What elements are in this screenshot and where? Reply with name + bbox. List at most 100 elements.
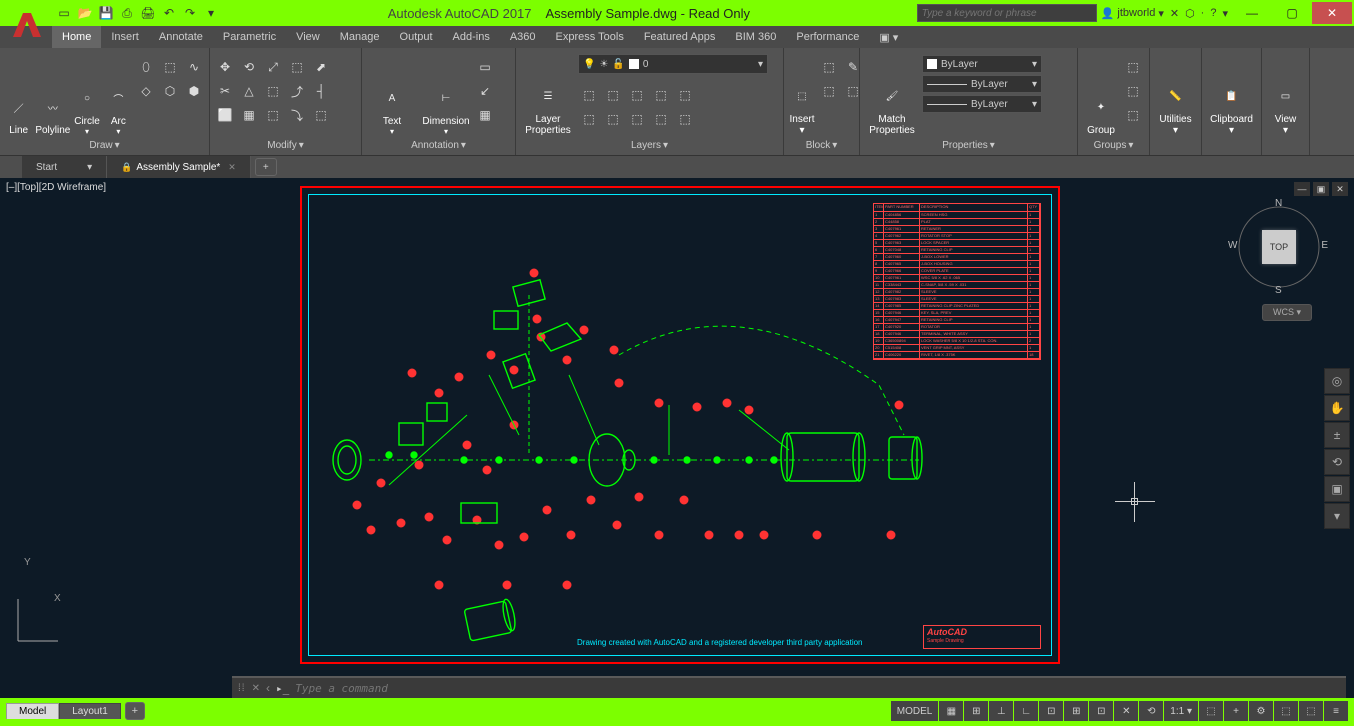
utilities-button[interactable]: 📏Utilities▾	[1154, 50, 1197, 136]
group-button[interactable]: ✦ Group	[1082, 50, 1120, 136]
draw-tool-button[interactable]: ⬚	[159, 56, 181, 78]
layer-tool-button[interactable]: ⬚	[602, 84, 624, 106]
status-toggle-button[interactable]: ⊡	[1039, 701, 1063, 721]
annotation-tool-button[interactable]: ▭	[474, 56, 496, 78]
ribbon-tab-insert[interactable]: Insert	[101, 26, 149, 48]
status-scale[interactable]: 1:1 ▾	[1164, 701, 1198, 721]
search-input[interactable]	[917, 4, 1097, 22]
nav-expand-icon[interactable]: ▾	[1324, 503, 1350, 529]
qat-open-icon[interactable]: 📂	[75, 3, 95, 23]
command-line[interactable]: ⁞⁞ ✕ ‹ ▸_	[232, 676, 1346, 698]
add-layout-button[interactable]: +	[125, 702, 145, 720]
qat-saveas-icon[interactable]: ⎙	[117, 3, 137, 23]
file-tab-start[interactable]: Start▾	[22, 156, 107, 178]
modify-tool-button[interactable]: ⬚	[310, 104, 332, 126]
modify-tool-button[interactable]: ✥	[214, 56, 236, 78]
group-tool-button[interactable]: ⬚	[1122, 80, 1144, 102]
polyline-button[interactable]: 〰Polyline	[35, 50, 70, 136]
layer-tool-button[interactable]: ⬚	[650, 108, 672, 130]
status-toggle-button[interactable]: ⚙	[1249, 701, 1273, 721]
panel-block-label[interactable]: Block ▾	[788, 137, 855, 153]
minimize-button[interactable]: —	[1232, 2, 1272, 24]
line-button[interactable]: ／Line	[4, 50, 33, 136]
qat-plot-icon[interactable]: 🖨	[138, 3, 158, 23]
nav-orbit-icon[interactable]: ⟲	[1324, 449, 1350, 475]
status-toggle-button[interactable]: ⬚	[1299, 701, 1323, 721]
vp-restore-icon[interactable]: ▣	[1313, 182, 1329, 196]
clipboard-button[interactable]: 📋Clipboard▾	[1206, 50, 1257, 136]
panel-annotation-label[interactable]: Annotation ▾	[366, 137, 511, 153]
model-tab[interactable]: Model	[6, 703, 59, 719]
viewport[interactable]: [–][Top][2D Wireframe] — ▣ ✕ ITEMPART NU…	[0, 178, 1354, 698]
draw-tool-button[interactable]: ◇	[135, 80, 157, 102]
status-toggle-button[interactable]: ⟲	[1139, 701, 1163, 721]
viewcube-face[interactable]: TOP	[1262, 230, 1296, 264]
maximize-button[interactable]: ▢	[1272, 2, 1312, 24]
layer-tool-button[interactable]: ⬚	[578, 84, 600, 106]
linetype-dropdown[interactable]: ByLayer▾	[922, 75, 1042, 93]
layer-properties-button[interactable]: ☰ Layer Properties	[520, 50, 576, 136]
modify-tool-button[interactable]: △	[238, 80, 260, 102]
signin-button[interactable]: 👤 jtbworld ▾	[1101, 7, 1164, 20]
modify-tool-button[interactable]: ┤	[310, 80, 332, 102]
ribbon-tab-bim-360[interactable]: BIM 360	[725, 26, 786, 48]
nav-zoom-icon[interactable]: ±	[1324, 422, 1350, 448]
block-tool-button[interactable]: ⬚	[818, 56, 840, 78]
ribbon-options-icon[interactable]: ▣ ▾	[869, 26, 908, 48]
status-toggle-button[interactable]: ⊞	[964, 701, 988, 721]
modify-tool-button[interactable]: ⟲	[238, 56, 260, 78]
close-button[interactable]: ✕	[1312, 2, 1352, 24]
ribbon-tab-view[interactable]: View	[286, 26, 330, 48]
group-tool-button[interactable]: ⬚	[1122, 104, 1144, 126]
qat-redo-icon[interactable]: ↷	[180, 3, 200, 23]
nav-showmotion-icon[interactable]: ▣	[1324, 476, 1350, 502]
layer-tool-button[interactable]: ⬚	[650, 84, 672, 106]
status-model[interactable]: MODEL	[891, 701, 939, 721]
ribbon-tab-add-ins[interactable]: Add-ins	[443, 26, 500, 48]
nav-pan-icon[interactable]: ✋	[1324, 395, 1350, 421]
status-toggle-button[interactable]: ⊥	[989, 701, 1013, 721]
status-toggle-button[interactable]: ▦	[939, 701, 963, 721]
status-toggle-button[interactable]: +	[1224, 701, 1248, 721]
modify-tool-button[interactable]: ⬚	[262, 104, 284, 126]
annotation-tool-button[interactable]: ↙	[474, 80, 496, 102]
draw-tool-button[interactable]: ∿	[183, 56, 205, 78]
file-tab-document[interactable]: 🔒Assembly Sample*✕	[107, 156, 251, 178]
draw-tool-button[interactable]: ⬢	[183, 80, 205, 102]
nav-wheel-icon[interactable]: ◎	[1324, 368, 1350, 394]
layer-tool-button[interactable]: ⬚	[626, 108, 648, 130]
lineweight-dropdown[interactable]: ByLayer▾	[922, 95, 1042, 113]
modify-tool-button[interactable]: ⬚	[286, 56, 308, 78]
modify-tool-button[interactable]: ▦	[238, 104, 260, 126]
layout-tab[interactable]: Layout1	[59, 703, 121, 719]
app-logo[interactable]	[6, 4, 48, 46]
vp-minimize-icon[interactable]: —	[1294, 182, 1310, 196]
status-toggle-button[interactable]: ⬚	[1199, 701, 1223, 721]
annotation-tool-button[interactable]: ▦	[474, 104, 496, 126]
ribbon-tab-output[interactable]: Output	[390, 26, 443, 48]
a360-icon[interactable]: ⬡	[1185, 7, 1195, 20]
block-tool-button[interactable]: ⬚	[818, 80, 840, 102]
layer-dropdown[interactable]: 💡 ☀ 🔓 0 ▾	[578, 54, 768, 74]
qat-new-icon[interactable]: ▭	[54, 3, 74, 23]
viewport-controls[interactable]: [–][Top][2D Wireframe]	[6, 182, 106, 193]
ribbon-tab-manage[interactable]: Manage	[330, 26, 390, 48]
layer-tool-button[interactable]: ⬚	[626, 84, 648, 106]
layer-tool-button[interactable]: ⬚	[674, 108, 696, 130]
ribbon-tab-home[interactable]: Home	[52, 26, 101, 48]
arc-button[interactable]: ⌒Arc▾	[104, 50, 133, 136]
modify-tool-button[interactable]: ⬈	[310, 56, 332, 78]
command-input[interactable]	[295, 682, 1340, 695]
modify-tool-button[interactable]: ⤴	[286, 80, 308, 102]
cmdline-recent-icon[interactable]: ‹	[266, 681, 270, 695]
group-tool-button[interactable]: ⬚	[1122, 56, 1144, 78]
ribbon-tab-annotate[interactable]: Annotate	[149, 26, 213, 48]
text-button[interactable]: AText▾	[366, 50, 418, 136]
qat-undo-icon[interactable]: ↶	[159, 3, 179, 23]
modify-tool-button[interactable]: ⤵	[286, 104, 308, 126]
panel-modify-label[interactable]: Modify ▾	[214, 137, 357, 153]
ribbon-tab-express-tools[interactable]: Express Tools	[546, 26, 634, 48]
status-toggle-button[interactable]: ⬚	[1274, 701, 1298, 721]
status-menu-icon[interactable]: ≡	[1324, 701, 1348, 721]
wcs-badge[interactable]: WCS ▾	[1262, 304, 1312, 321]
